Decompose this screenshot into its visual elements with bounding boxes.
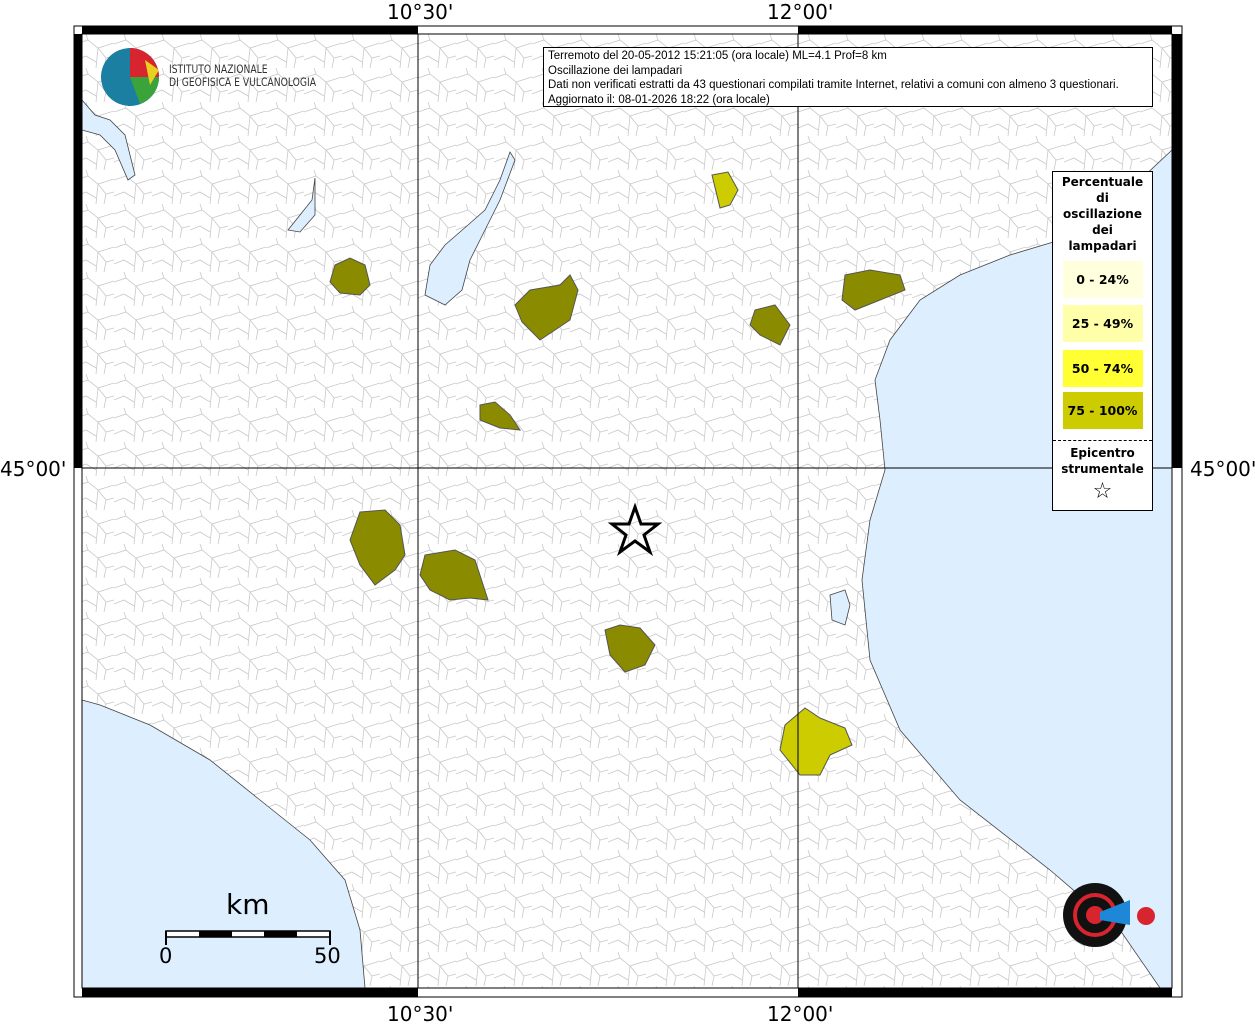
info-line: Oscillazione dei lampadari (548, 64, 683, 77)
legend-title-line: di (1096, 191, 1109, 205)
legend-divider (1053, 440, 1152, 441)
epicenter-title: strumentale (1061, 462, 1144, 476)
ingv-logo-icon (101, 48, 159, 106)
legend-title-line: lampadari (1068, 239, 1137, 253)
legend-class-25-49: 25 - 49% (1062, 305, 1143, 342)
info-line: Aggiornato il: 08-01-2026 18:22 (ora loc… (548, 94, 770, 107)
legend-class-0-24: 0 - 24% (1062, 261, 1143, 298)
intensity-map (73, 25, 1183, 998)
legend-title-line: dei (1092, 223, 1113, 237)
info-line: Dati non verificati estratti da 43 quest… (548, 79, 1119, 92)
left-tick-4500: 45°00' (0, 457, 67, 481)
epicenter-title: Epicentro (1070, 446, 1135, 460)
legend-title-line: oscillazione (1063, 207, 1142, 221)
scale-min: 0 (159, 944, 173, 968)
legend-title: Percentuale di oscillazione dei lampadar… (1053, 174, 1152, 254)
bottom-tick-1030: 10°30' (387, 1002, 454, 1026)
info-line: Terremoto del 20-05-2012 15:21:05 (ora l… (548, 50, 887, 62)
scale-max: 50 (314, 944, 341, 968)
bottom-tick-1200: 12°00' (767, 1002, 834, 1026)
legend: Percentuale di oscillazione dei lampadar… (1052, 171, 1153, 511)
top-tick-1200: 12°00' (767, 0, 834, 24)
legend-class-75-100: 75 - 100% (1062, 392, 1143, 429)
top-tick-1030: 10°30' (387, 0, 454, 24)
right-tick-4500: 45°00' (1190, 457, 1255, 481)
event-info-box: Terremoto del 20-05-2012 15:21:05 (ora l… (543, 47, 1153, 107)
star-icon: ☆ (1092, 479, 1113, 504)
ingv-logo-text: ISTITUTO NAZIONALE DI GEOFISICA E VULCAN… (169, 63, 316, 89)
ingv-line2: DI GEOFISICA E VULCANOLOGIA (169, 75, 317, 89)
legend-class-50-74: 50 - 74% (1062, 350, 1143, 387)
legend-title-line: Percentuale (1061, 175, 1144, 189)
scale-unit: km (226, 888, 270, 921)
